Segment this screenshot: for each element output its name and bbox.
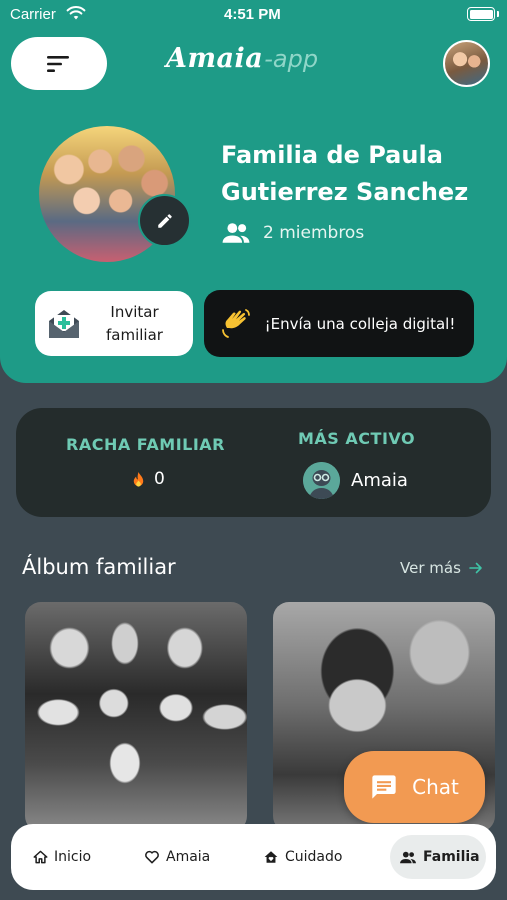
chat-button[interactable]: Chat (344, 751, 485, 823)
members-label: 2 miembros (263, 223, 365, 243)
streak-title: RACHA FAMILIAR (66, 435, 225, 454)
edit-photo-button[interactable] (138, 194, 191, 247)
album-photo[interactable] (25, 602, 247, 832)
menu-button[interactable] (11, 37, 107, 90)
waving-hand-icon (222, 308, 250, 338)
nav-item-amaia[interactable]: Amaia (144, 835, 210, 879)
app-logo: Amaia -app (166, 43, 318, 79)
wifi-icon (66, 6, 86, 20)
battery-icon (467, 7, 495, 21)
family-name: Familia de Paula Gutierrez Sanchez (221, 141, 469, 206)
family-stats-card: RACHA FAMILIAR 0 MÁS ACTIVO Amaia (16, 408, 491, 517)
streak-number: 0 (154, 469, 165, 489)
arrow-right-icon (469, 562, 482, 574)
profile-avatar[interactable] (443, 40, 490, 87)
heart-icon (145, 850, 159, 864)
chat-bubble-icon (372, 775, 396, 799)
nav-item-inicio[interactable]: Inicio (33, 835, 91, 879)
nav-label-inicio: Inicio (54, 849, 92, 865)
most-active-avatar (303, 462, 340, 499)
status-bar: Carrier 4:51 PM (0, 0, 507, 30)
invite-family-button[interactable]: Invitar familiar (35, 291, 193, 356)
pencil-icon (157, 213, 172, 228)
members-count: 2 miembros (221, 222, 364, 244)
chat-label: Chat (412, 775, 459, 799)
sort-menu-icon (47, 55, 69, 72)
album-title: Álbum familiar (22, 555, 176, 579)
logo-text: Amaia (166, 43, 264, 74)
clock: 4:51 PM (224, 6, 281, 23)
carrier-label: Carrier (10, 6, 56, 23)
send-colleja-button[interactable]: ¡Envía una colleja digital! (204, 290, 474, 357)
nav-label-familia: Familia (423, 849, 480, 865)
invite-label: Invitar familiar (106, 302, 163, 344)
nav-item-familia[interactable]: Familia (390, 835, 486, 879)
see-more-label: Ver más (400, 559, 461, 577)
see-more-link[interactable]: Ver más (400, 559, 483, 577)
nav-item-cuidado[interactable]: Cuidado (263, 835, 342, 879)
most-active-name: Amaia (351, 470, 408, 491)
home-heart-icon (264, 851, 278, 863)
fire-icon (133, 471, 144, 487)
nav-label-cuidado: Cuidado (285, 849, 343, 865)
home-icon (33, 850, 48, 864)
most-active-title: MÁS ACTIVO (298, 429, 416, 448)
group-icon (400, 851, 416, 863)
colleja-label: ¡Envía una colleja digital! (264, 314, 456, 333)
robot-face-icon (303, 462, 340, 499)
envelope-plus-icon (49, 309, 79, 338)
bottom-nav: Inicio Amaia Cuidado Familia (11, 824, 496, 890)
logo-suffix: -app (264, 45, 319, 73)
streak-value: 0 (131, 469, 165, 489)
nav-label-amaia: Amaia (166, 849, 211, 865)
group-icon (222, 223, 250, 243)
